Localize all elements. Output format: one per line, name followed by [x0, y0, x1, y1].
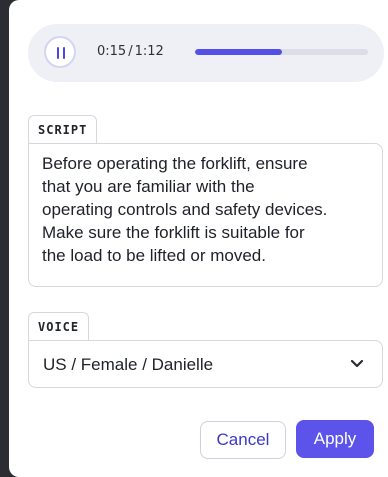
pause-button[interactable] [44, 36, 76, 68]
chevron-down-icon [350, 359, 364, 368]
voice-settings-panel: 0:15/1:12 SCRIPT Before operating the fo… [9, 0, 388, 477]
cancel-button[interactable]: Cancel [200, 421, 286, 459]
voice-selected-value: US / Female / Danielle [43, 355, 214, 374]
progress-fill [195, 49, 282, 55]
playback-time: 0:15/1:12 [97, 44, 164, 59]
current-time: 0:15 [97, 44, 127, 59]
script-label: SCRIPT [28, 115, 98, 143]
script-textarea[interactable]: Before operating the forklift, ensure th… [28, 143, 383, 287]
apply-button[interactable]: Apply [296, 420, 374, 458]
voice-dropdown[interactable]: US / Female / Danielle [28, 340, 383, 388]
total-time: 1:12 [134, 44, 164, 59]
voice-label: VOICE [28, 312, 90, 340]
audio-player: 0:15/1:12 [28, 24, 384, 82]
time-separator: / [128, 44, 133, 59]
progress-bar[interactable] [195, 49, 368, 55]
